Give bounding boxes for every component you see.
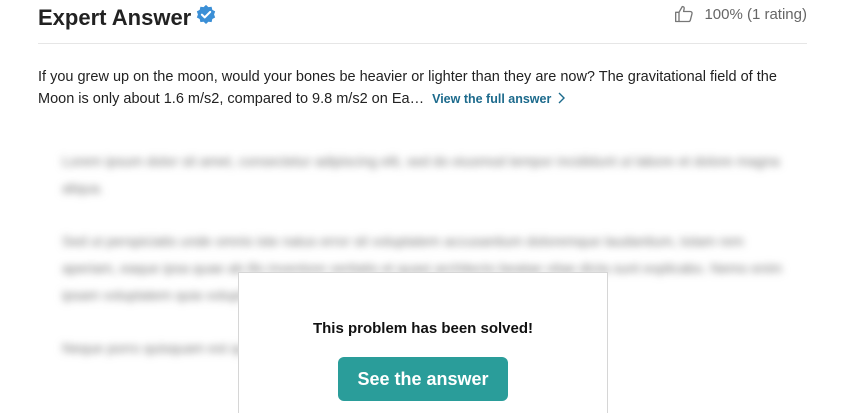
solved-message: This problem has been solved! xyxy=(312,320,534,337)
answer-header: Expert Answer 100% (1 rating) xyxy=(38,0,807,44)
view-full-answer-label: View the full answer xyxy=(432,92,552,106)
see-the-answer-button[interactable]: See the answer xyxy=(338,357,508,401)
view-full-answer-link[interactable]: View the full answer xyxy=(432,92,567,106)
answer-title: Expert Answer xyxy=(38,4,217,31)
thumbs-up-icon[interactable] xyxy=(674,4,694,24)
answer-title-text: Expert Answer xyxy=(38,5,192,30)
question-body: If you grew up on the moon, would your b… xyxy=(38,69,777,107)
rating: 100% (1 rating) xyxy=(674,4,807,24)
chevron-right-icon xyxy=(558,92,566,104)
solution-paywall-card: This problem has been solved! See the an… xyxy=(238,272,608,413)
rating-text: 100% (1 rating) xyxy=(704,5,807,23)
question-text: If you grew up on the moon, would your b… xyxy=(38,66,808,110)
verified-badge-icon xyxy=(197,4,216,24)
